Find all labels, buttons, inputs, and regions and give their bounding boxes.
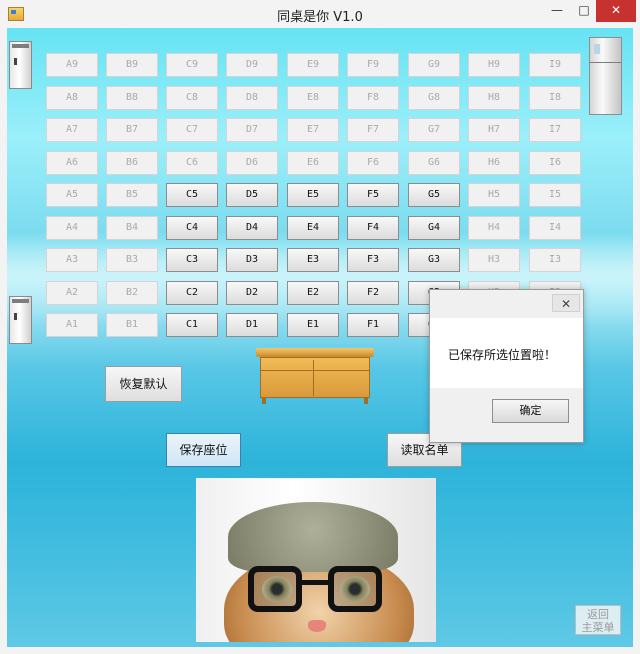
save-seats-button[interactable]: 保存座位 <box>166 433 241 467</box>
seat-button-c5[interactable]: C5 <box>166 183 218 207</box>
fridge-icon <box>589 37 622 115</box>
seat-button-e2[interactable]: E2 <box>287 281 339 305</box>
seat-button-f6: F6 <box>347 151 399 175</box>
seat-button-c9: C9 <box>166 53 218 77</box>
seat-button-b8: B8 <box>106 86 158 110</box>
dialog-message: 已保存所选位置啦！ <box>448 348 557 362</box>
seat-button-i4: I4 <box>529 216 581 240</box>
seat-button-h5: H5 <box>468 183 520 207</box>
seat-button-e8: E8 <box>287 86 339 110</box>
seat-button-e1[interactable]: E1 <box>287 313 339 337</box>
seat-button-i9: I9 <box>529 53 581 77</box>
seat-button-e4[interactable]: E4 <box>287 216 339 240</box>
seat-button-h6: H6 <box>468 151 520 175</box>
seat-button-b1: B1 <box>106 313 158 337</box>
seat-button-c2[interactable]: C2 <box>166 281 218 305</box>
seat-button-f5[interactable]: F5 <box>347 183 399 207</box>
seat-button-f3[interactable]: F3 <box>347 248 399 272</box>
dialog-ok-button[interactable]: 确定 <box>492 399 569 423</box>
seat-button-h8: H8 <box>468 86 520 110</box>
seat-button-f9: F9 <box>347 53 399 77</box>
title-bar: 同桌是你 V1.0 — □ ✕ <box>0 0 640 28</box>
seat-button-i6: I6 <box>529 151 581 175</box>
seat-button-e3[interactable]: E3 <box>287 248 339 272</box>
seat-button-a4: A4 <box>46 216 98 240</box>
message-dialog: ✕ 已保存所选位置啦！ 确定 <box>429 289 584 443</box>
cat-photo <box>196 478 436 642</box>
podium-icon <box>256 348 374 404</box>
seat-button-g6: G6 <box>408 151 460 175</box>
seat-button-c1[interactable]: C1 <box>166 313 218 337</box>
seat-button-e6: E6 <box>287 151 339 175</box>
seat-button-d1[interactable]: D1 <box>226 313 278 337</box>
seat-button-a2: A2 <box>46 281 98 305</box>
seat-button-d9: D9 <box>226 53 278 77</box>
seat-button-d7: D7 <box>226 118 278 142</box>
seat-button-b7: B7 <box>106 118 158 142</box>
seat-button-g5[interactable]: G5 <box>408 183 460 207</box>
seat-button-a5: A5 <box>46 183 98 207</box>
seat-button-c7: C7 <box>166 118 218 142</box>
seat-button-d4[interactable]: D4 <box>226 216 278 240</box>
seat-button-g8: G8 <box>408 86 460 110</box>
seat-button-h7: H7 <box>468 118 520 142</box>
seat-button-a6: A6 <box>46 151 98 175</box>
maximize-button[interactable]: □ <box>572 0 596 22</box>
seat-button-a8: A8 <box>46 86 98 110</box>
seat-button-i3: I3 <box>529 248 581 272</box>
dialog-close-button[interactable]: ✕ <box>552 294 580 312</box>
seat-button-f7: F7 <box>347 118 399 142</box>
seat-button-d5[interactable]: D5 <box>226 183 278 207</box>
seat-button-g3[interactable]: G3 <box>408 248 460 272</box>
seat-button-a7: A7 <box>46 118 98 142</box>
restore-default-button[interactable]: 恢复默认 <box>105 366 182 402</box>
seat-button-f8: F8 <box>347 86 399 110</box>
seat-button-h4: H4 <box>468 216 520 240</box>
door-icon <box>9 296 32 344</box>
seat-button-c3[interactable]: C3 <box>166 248 218 272</box>
seat-button-h9: H9 <box>468 53 520 77</box>
seat-button-a1: A1 <box>46 313 98 337</box>
return-label-line1: 返回 <box>587 608 609 621</box>
close-button[interactable]: ✕ <box>596 0 636 22</box>
seat-button-b3: B3 <box>106 248 158 272</box>
seat-button-g4[interactable]: G4 <box>408 216 460 240</box>
seat-button-f1[interactable]: F1 <box>347 313 399 337</box>
seat-button-g9: G9 <box>408 53 460 77</box>
seat-button-d2[interactable]: D2 <box>226 281 278 305</box>
seat-button-g7: G7 <box>408 118 460 142</box>
seat-button-c8: C8 <box>166 86 218 110</box>
return-main-menu-button[interactable]: 返回 主菜单 <box>575 605 621 635</box>
seat-button-i7: I7 <box>529 118 581 142</box>
seat-button-d6: D6 <box>226 151 278 175</box>
seat-button-b9: B9 <box>106 53 158 77</box>
seat-button-a9: A9 <box>46 53 98 77</box>
dialog-footer: 确定 <box>430 388 583 442</box>
seat-button-f4[interactable]: F4 <box>347 216 399 240</box>
seat-button-e5[interactable]: E5 <box>287 183 339 207</box>
seat-button-d8: D8 <box>226 86 278 110</box>
seat-button-h3: H3 <box>468 248 520 272</box>
seat-button-f2[interactable]: F2 <box>347 281 399 305</box>
seat-button-b2: B2 <box>106 281 158 305</box>
seat-button-b5: B5 <box>106 183 158 207</box>
seat-button-c4[interactable]: C4 <box>166 216 218 240</box>
seat-button-a3: A3 <box>46 248 98 272</box>
seat-button-b4: B4 <box>106 216 158 240</box>
window-title: 同桌是你 V1.0 <box>277 10 363 25</box>
minimize-button[interactable]: — <box>545 0 569 22</box>
return-label-line2: 主菜单 <box>581 621 615 634</box>
door-icon <box>9 41 32 89</box>
seat-button-e7: E7 <box>287 118 339 142</box>
seat-button-i8: I8 <box>529 86 581 110</box>
seat-button-b6: B6 <box>106 151 158 175</box>
seat-button-i5: I5 <box>529 183 581 207</box>
seat-button-d3[interactable]: D3 <box>226 248 278 272</box>
seat-button-e9: E9 <box>287 53 339 77</box>
seat-button-c6: C6 <box>166 151 218 175</box>
dialog-title-bar: ✕ <box>430 290 583 318</box>
